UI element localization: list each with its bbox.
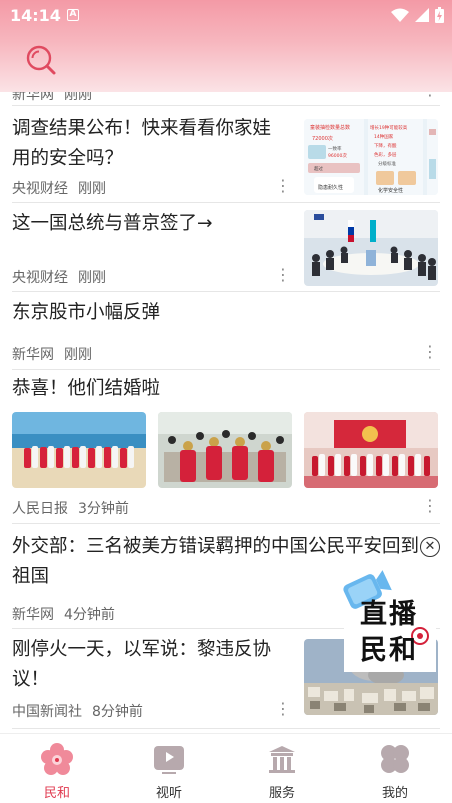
title-line: 调查结果公布！快来看看你家娃 <box>12 118 272 139</box>
news-meta: 央视财经 刚刚 <box>12 267 106 287</box>
news-time: 刚刚 <box>78 181 106 197</box>
news-meta: 央视财经 刚刚 <box>12 178 106 198</box>
thumb-text: 色彩，多层 <box>374 151 397 158</box>
news-time: 刚刚 <box>78 270 106 286</box>
tab-label: 民和 <box>43 786 70 801</box>
thumb-text: 化学安全性 <box>378 187 403 194</box>
news-title: 这一国总统与普京签了→ <box>12 213 213 234</box>
news-item[interactable]: 东京股市小幅反弹 新华网 刚刚 ⋮ <box>0 292 452 370</box>
news-meta: 新华网 4分钟前 <box>12 604 115 624</box>
news-source: 新华网 <box>12 607 54 623</box>
news-source: 中国新闻社 <box>12 704 82 720</box>
status-icons <box>391 7 444 23</box>
thumb-text: 72000次 <box>312 135 333 142</box>
tab-label: 服务 <box>268 786 295 801</box>
infographic-image: 童装抽检数量总数 72000次 一致率 96000次 超过 隐患耐久性 增长19… <box>304 119 438 195</box>
app-header: 14:14 A <box>0 0 452 92</box>
news-time: 刚刚 <box>64 347 92 363</box>
battery-icon <box>435 7 444 23</box>
title-line: 议！ <box>12 669 50 690</box>
status-time: 14:14 <box>10 6 61 25</box>
thumb-text: 隐患耐久性 <box>318 184 343 191</box>
tab-label: 视听 <box>155 786 182 801</box>
title-line: 用的安全吗？ <box>12 148 124 169</box>
close-icon: ✕ <box>424 539 436 554</box>
live-broadcast-line1: 直播 <box>360 599 418 630</box>
search-icon[interactable] <box>24 43 58 77</box>
news-title: 刚停火一天，以军说：黎违反协 议！ <box>12 635 297 695</box>
close-float-button[interactable]: ✕ <box>420 537 440 557</box>
thumb-text: 超过 <box>314 165 323 172</box>
music-video-icon <box>154 746 184 774</box>
news-time: 3分钟前 <box>78 501 129 517</box>
news-title: 东京股市小幅反弹 <box>12 302 161 323</box>
wedding-couples-photo <box>158 412 292 488</box>
clover-icon <box>381 745 409 773</box>
news-source: 新华网 <box>12 347 54 363</box>
thumb-text: 增长19种可能较高 <box>370 124 408 131</box>
meeting-photo <box>304 210 438 286</box>
news-thumbnail[interactable] <box>12 412 146 488</box>
title-line: 刚停火一天，以军说：黎违反协 <box>12 639 272 660</box>
news-thumbnail[interactable] <box>304 210 438 286</box>
thumb-text: 分级标准 <box>378 160 396 167</box>
bottom-tab-bar: 民和 视听 服务 我的 <box>0 733 452 803</box>
thumb-text: 14种国家 <box>374 133 394 140</box>
live-broadcast-line2: 民和 <box>360 635 418 666</box>
news-source: 央视财经 <box>12 181 68 197</box>
notification-icon: A <box>67 9 79 21</box>
signal-icon <box>415 8 429 22</box>
tab-minhe[interactable]: 民和 <box>17 742 97 801</box>
flower-icon <box>41 743 73 775</box>
news-title: 调查结果公布！快来看看你家娃 用的安全吗？ <box>12 114 297 174</box>
news-item[interactable]: 这一国总统与普京签了→ 央视财经 刚刚 ⋮ <box>0 203 452 292</box>
thumb-text: 童装抽检数量总数 <box>310 124 350 131</box>
news-source: 央视财经 <box>12 270 68 286</box>
thumb-text: 一致率 <box>328 145 342 152</box>
wifi-icon <box>391 8 409 22</box>
more-options-icon[interactable]: ⋮ <box>422 344 438 362</box>
news-item[interactable]: 恭喜！他们结婚啦 人民日报 3分钟前 ⋮ <box>0 370 452 524</box>
tab-label: 我的 <box>381 786 408 801</box>
live-broadcast-float[interactable]: 直播 民和 <box>340 540 440 675</box>
divider <box>12 728 440 729</box>
more-options-icon[interactable]: ⋮ <box>275 701 291 719</box>
news-meta: 中国新闻社 8分钟前 <box>12 701 143 721</box>
tab-shiting[interactable]: 视听 <box>129 742 209 801</box>
building-icon <box>269 746 295 773</box>
news-source: 人民日报 <box>12 501 68 517</box>
news-meta: 人民日报 3分钟前 <box>12 498 129 518</box>
news-time: 8分钟前 <box>92 704 143 720</box>
news-item[interactable]: 调查结果公布！快来看看你家娃 用的安全吗？ 央视财经 刚刚 ⋮ 童装抽检数量总数 … <box>0 106 452 203</box>
tab-fuwu[interactable]: 服务 <box>242 742 322 801</box>
mass-wedding-photo <box>304 412 438 488</box>
thumb-text: 下降，有酸 <box>374 142 397 149</box>
status-bar: 14:14 A <box>0 0 452 32</box>
more-options-icon[interactable]: ⋮ <box>275 178 291 196</box>
more-options-icon[interactable]: ⋮ <box>275 267 291 285</box>
news-time: 4分钟前 <box>64 607 115 623</box>
news-thumbnail[interactable] <box>304 412 438 488</box>
news-thumbnail[interactable] <box>158 412 292 488</box>
more-options-icon[interactable]: ⋮ <box>422 498 438 516</box>
news-thumbnail[interactable]: 童装抽检数量总数 72000次 一致率 96000次 超过 隐患耐久性 增长19… <box>304 119 438 195</box>
tab-wode[interactable]: 我的 <box>355 742 435 801</box>
thumb-text: 96000次 <box>328 152 347 159</box>
news-meta: 新华网 刚刚 <box>12 344 92 364</box>
beach-wedding-photo <box>12 412 146 488</box>
news-title: 恭喜！他们结婚啦 <box>12 378 161 399</box>
